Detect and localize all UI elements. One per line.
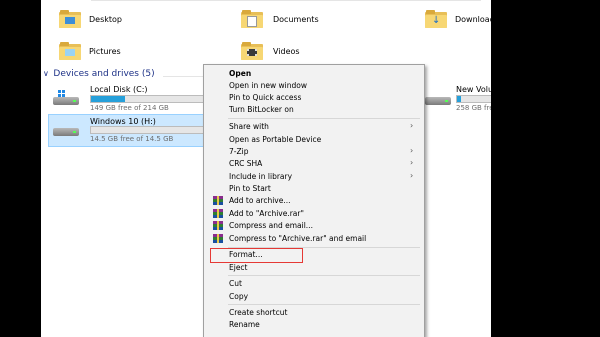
drive-icon xyxy=(425,90,451,106)
devices-section-header[interactable]: ∨ Devices and drives (5) xyxy=(43,69,155,79)
winrar-icon xyxy=(213,196,223,205)
menu-separator xyxy=(228,118,420,119)
submenu-arrow-icon: › xyxy=(410,121,414,130)
usb-drive-icon xyxy=(53,121,79,137)
videos-folder-icon xyxy=(241,42,263,60)
drive-usage-bar xyxy=(90,95,206,103)
folder-label: Desktop xyxy=(89,15,122,24)
downloads-folder-icon: ↓ xyxy=(425,10,447,28)
drive-new-volume[interactable]: New Volu 258 GB fre xyxy=(425,85,491,115)
folder-label: Videos xyxy=(273,47,300,56)
menu-item-cut[interactable]: Cut xyxy=(229,279,242,288)
menu-item-copy[interactable]: Copy xyxy=(229,292,248,301)
folder-videos[interactable]: Videos xyxy=(241,40,391,64)
menu-item-compress-archive-email[interactable]: Compress to "Archive.rar" and email xyxy=(229,234,366,243)
drive-free-space: 258 GB fre xyxy=(456,104,491,112)
folder-label: Downloads xyxy=(455,15,491,24)
drive-free-space: 14.5 GB free of 14.5 GB xyxy=(90,135,174,143)
menu-item-include-library[interactable]: Include in library xyxy=(229,172,292,181)
section-divider xyxy=(163,76,203,77)
devices-header-label: Devices and drives (5) xyxy=(53,69,155,79)
menu-item-create-shortcut[interactable]: Create shortcut xyxy=(229,308,287,317)
drive-windows10-h[interactable]: Windows 10 (H:) 14.5 GB free of 14.5 GB xyxy=(51,116,206,146)
chevron-down-icon: ∨ xyxy=(43,69,49,78)
menu-separator xyxy=(228,275,420,276)
menu-item-format[interactable]: Format... xyxy=(229,250,263,259)
drive-usage-fill xyxy=(457,96,461,102)
folder-label: Documents xyxy=(273,15,319,24)
documents-folder-icon xyxy=(241,10,263,28)
folder-label: Pictures xyxy=(89,47,121,56)
folder-downloads[interactable]: ↓ Downloads xyxy=(425,8,491,32)
drive-free-space: 149 GB free of 214 GB xyxy=(90,104,169,112)
windows-drive-icon xyxy=(53,90,79,106)
menu-item-crc-sha[interactable]: CRC SHA xyxy=(229,159,262,168)
menu-item-pin-start[interactable]: Pin to Start xyxy=(229,184,271,193)
winrar-icon xyxy=(213,209,223,218)
menu-item-open-portable-device[interactable]: Open as Portable Device xyxy=(229,135,321,144)
folder-pictures[interactable]: Pictures xyxy=(59,40,189,64)
submenu-arrow-icon: › xyxy=(410,146,414,155)
menu-item-pin-quick-access[interactable]: Pin to Quick access xyxy=(229,93,301,102)
menu-item-add-archive[interactable]: Add to archive... xyxy=(229,196,291,205)
menu-item-compress-email[interactable]: Compress and email... xyxy=(229,221,313,230)
file-explorer-window: Desktop Documents ↓ Downloads Pictures V… xyxy=(41,0,491,337)
menu-item-share-with[interactable]: Share with xyxy=(229,122,269,131)
drive-name: Local Disk (C:) xyxy=(90,85,148,94)
context-menu: Open Open in new window Pin to Quick acc… xyxy=(203,64,425,337)
menu-item-open-new-window[interactable]: Open in new window xyxy=(229,81,307,90)
submenu-arrow-icon: › xyxy=(410,158,414,167)
winrar-icon xyxy=(213,234,223,243)
menu-item-rename[interactable]: Rename xyxy=(229,320,260,329)
folder-documents[interactable]: Documents xyxy=(241,8,391,32)
drive-name: Windows 10 (H:) xyxy=(90,117,156,126)
drive-name: New Volu xyxy=(456,85,491,94)
winrar-icon xyxy=(213,221,223,230)
drive-usage-bar xyxy=(90,126,206,134)
menu-item-add-archive-rar[interactable]: Add to "Archive.rar" xyxy=(229,209,304,218)
menu-item-open[interactable]: Open xyxy=(229,69,251,78)
submenu-arrow-icon: › xyxy=(410,171,414,180)
menu-item-eject[interactable]: Eject xyxy=(229,263,248,272)
menu-item-bitlocker[interactable]: Turn BitLocker on xyxy=(229,105,294,114)
menu-separator xyxy=(228,304,420,305)
menu-item-7zip[interactable]: 7-Zip xyxy=(229,147,248,156)
drive-usage-fill xyxy=(91,96,126,102)
folder-desktop[interactable]: Desktop xyxy=(59,8,189,32)
drive-usage-bar xyxy=(456,95,491,103)
drive-local-c[interactable]: Local Disk (C:) 149 GB free of 214 GB xyxy=(51,85,206,115)
desktop-folder-icon xyxy=(59,10,81,28)
pictures-folder-icon xyxy=(59,42,81,60)
